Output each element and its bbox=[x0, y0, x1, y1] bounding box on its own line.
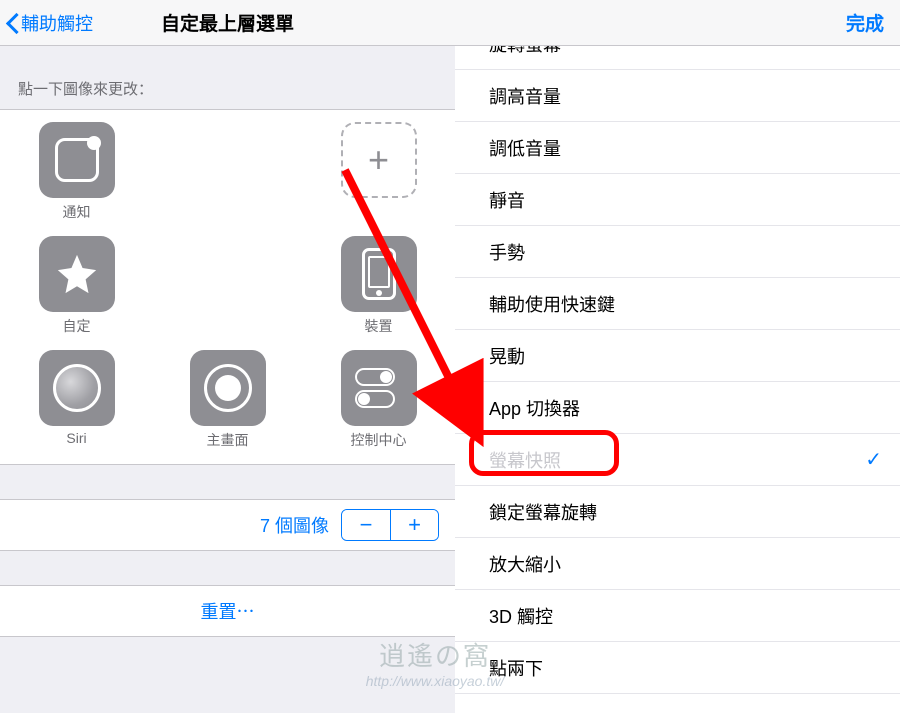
tile-siri[interactable]: Siri bbox=[18, 350, 135, 450]
action-option[interactable]: 靜音 bbox=[455, 174, 900, 226]
checkmark-icon: ✓ bbox=[865, 447, 882, 472]
tile-custom[interactable]: 自定 bbox=[18, 236, 135, 336]
action-option-label: 手勢 bbox=[489, 239, 525, 265]
action-list: 旋轉螢幕調高音量調低音量靜音手勢輔助使用快速鍵晃動 App 切換器螢幕快照 ✓ 鎖定螢… bbox=[455, 46, 900, 713]
action-option-label: 鎖定螢幕旋轉 bbox=[489, 499, 597, 525]
reset-button[interactable]: 重置⋯ bbox=[0, 585, 455, 637]
action-option-label: 調高音量 bbox=[489, 83, 561, 109]
control-center-icon bbox=[341, 350, 417, 426]
icon-grid-section: 通知 + 自定 裝置 bbox=[0, 109, 455, 465]
right-header: 完成 bbox=[455, 0, 900, 46]
action-option-label: 旋轉螢幕 bbox=[489, 46, 561, 57]
action-option[interactable]: 旋轉螢幕 bbox=[455, 46, 900, 70]
notification-icon bbox=[39, 122, 115, 198]
tile-add[interactable]: + bbox=[320, 122, 437, 222]
home-icon bbox=[190, 350, 266, 426]
siri-icon bbox=[39, 350, 115, 426]
action-option-label: 點兩下 bbox=[489, 655, 543, 681]
tile-home[interactable]: 主畫面 bbox=[169, 350, 286, 450]
chevron-left-icon bbox=[6, 12, 19, 34]
tile-control-center[interactable]: 控制中心 bbox=[320, 350, 437, 450]
icon-count-stepper: − + bbox=[341, 509, 439, 541]
plus-icon: + bbox=[341, 122, 417, 198]
action-option[interactable]: 點兩下 bbox=[455, 642, 900, 694]
action-option[interactable]: App 切換器 bbox=[455, 382, 900, 434]
star-icon bbox=[39, 236, 115, 312]
back-button[interactable]: 輔助觸控 bbox=[0, 10, 93, 36]
left-header: 輔助觸控 自定最上層選單 bbox=[0, 0, 455, 46]
tile-label: 控制中心 bbox=[351, 430, 407, 450]
action-option[interactable]: 手勢 bbox=[455, 226, 900, 278]
tile-label: 主畫面 bbox=[207, 430, 249, 450]
action-option[interactable]: 螢幕快照 ✓ bbox=[455, 434, 900, 486]
device-icon bbox=[341, 236, 417, 312]
tile-label: 通知 bbox=[63, 202, 91, 222]
action-option-label: 放大縮小 bbox=[489, 551, 561, 577]
action-option-label: 3D 觸控 bbox=[489, 603, 553, 629]
tile-label: 裝置 bbox=[365, 316, 393, 336]
done-button[interactable]: 完成 bbox=[846, 9, 884, 36]
hint-text: 點一下圖像來更改： bbox=[0, 46, 455, 109]
tile-label: 自定 bbox=[63, 316, 91, 336]
action-option[interactable]: 放大縮小 bbox=[455, 538, 900, 590]
action-option-label: 靜音 bbox=[489, 187, 525, 213]
icon-grid: 通知 + 自定 裝置 bbox=[18, 122, 437, 450]
action-option-label: 螢幕快照 bbox=[489, 447, 561, 473]
action-option[interactable]: 輔助使用快速鍵 bbox=[455, 278, 900, 330]
tile-device[interactable]: 裝置 bbox=[320, 236, 437, 336]
customize-top-menu-pane: 輔助觸控 自定最上層選單 點一下圖像來更改： 通知 + 自定 bbox=[0, 0, 455, 713]
stepper-minus-button[interactable]: − bbox=[342, 510, 390, 540]
reset-label: 重置⋯ bbox=[201, 598, 255, 624]
action-option-label: App 切換器 bbox=[489, 395, 580, 421]
tile-label: Siri bbox=[66, 430, 86, 448]
back-label: 輔助觸控 bbox=[21, 10, 93, 36]
action-option-label: 晃動 bbox=[489, 343, 525, 369]
action-option[interactable]: 3D 觸控 bbox=[455, 590, 900, 642]
action-picker-pane: 完成 旋轉螢幕調高音量調低音量靜音手勢輔助使用快速鍵晃動 App 切換器螢幕快照 ✓… bbox=[455, 0, 900, 713]
action-option-label: 輔助使用快速鍵 bbox=[489, 291, 615, 317]
action-option[interactable]: 調低音量 bbox=[455, 122, 900, 174]
action-option[interactable]: 鎖定螢幕旋轉 bbox=[455, 486, 900, 538]
action-option-label: 調低音量 bbox=[489, 135, 561, 161]
icon-count-row: 7 個圖像 − + bbox=[0, 499, 455, 551]
action-option[interactable]: 調高音量 bbox=[455, 70, 900, 122]
icon-count-label: 7 個圖像 bbox=[260, 512, 329, 538]
action-option[interactable]: 晃動 bbox=[455, 330, 900, 382]
tile-notifications[interactable]: 通知 bbox=[18, 122, 135, 222]
stepper-plus-button[interactable]: + bbox=[390, 510, 438, 540]
